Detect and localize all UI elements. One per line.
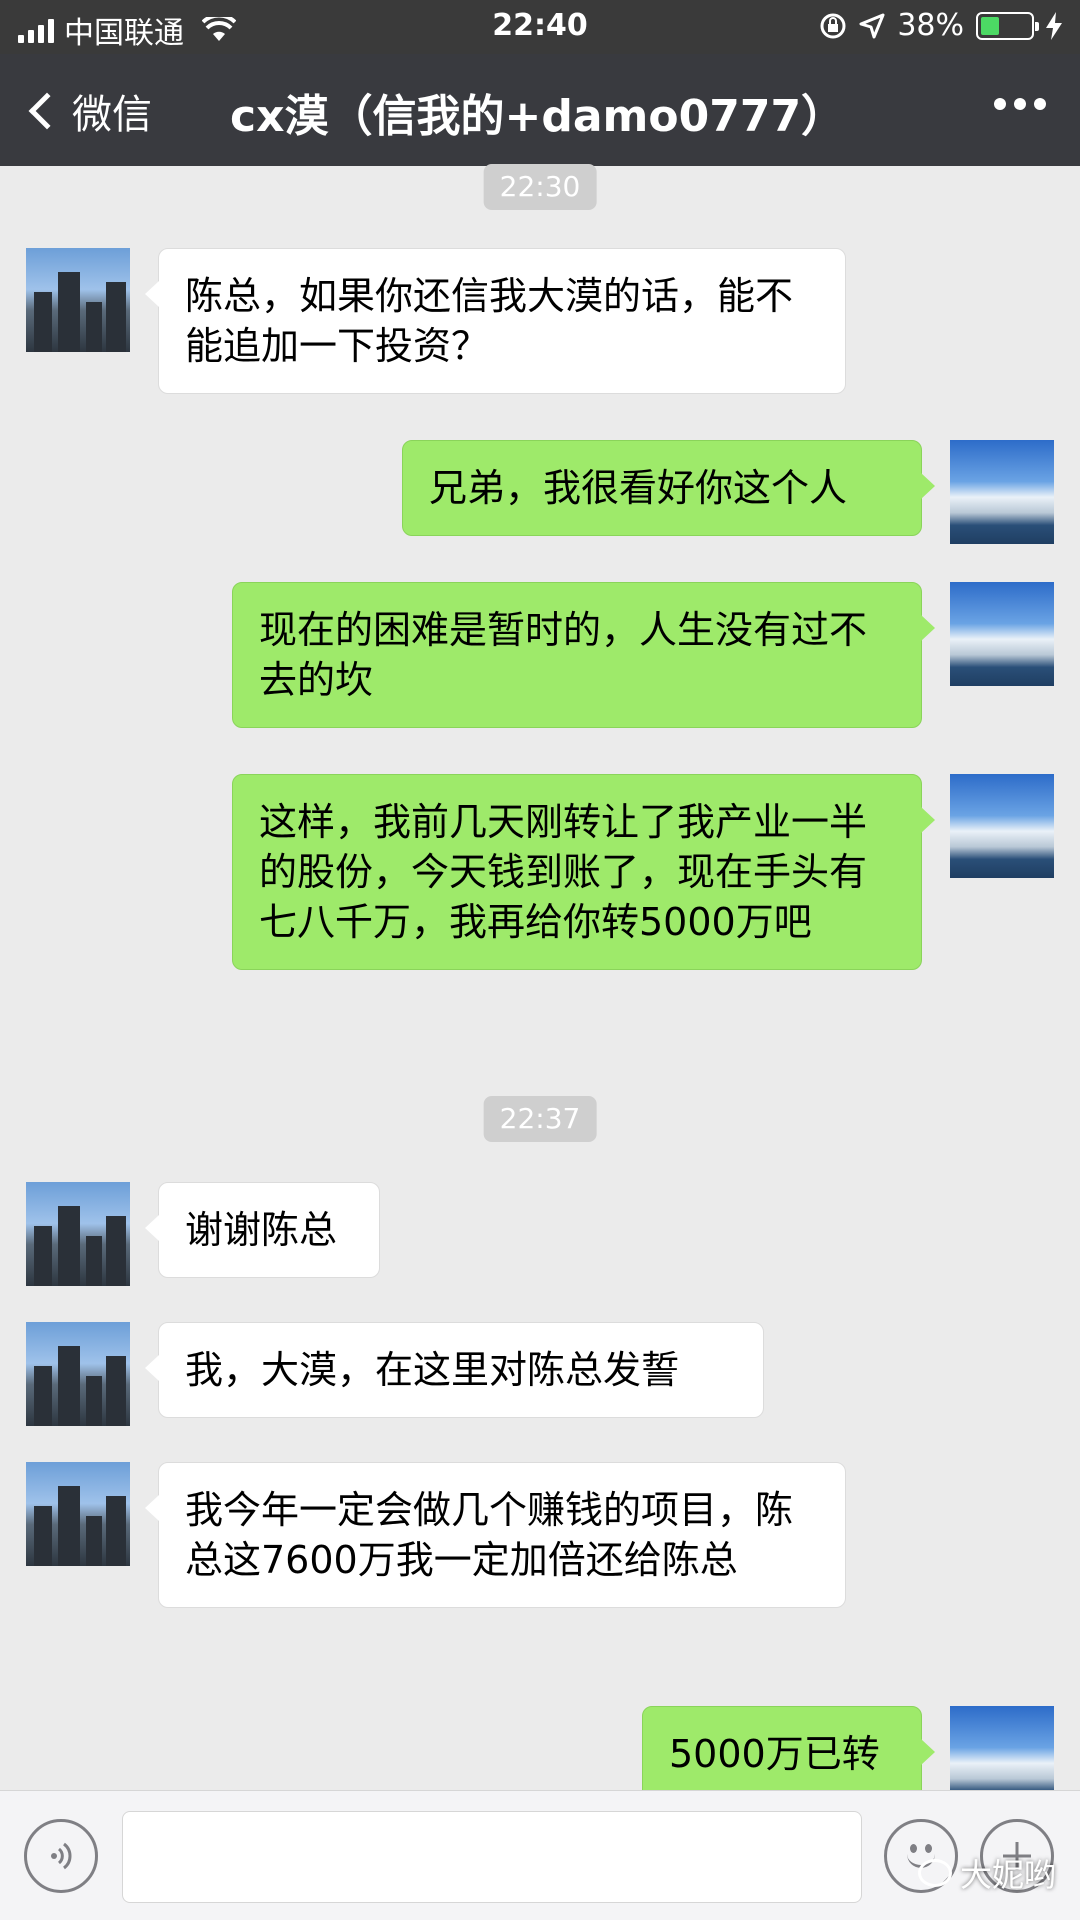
message-bubble-sent[interactable]: 兄弟，我很看好你这个人	[402, 440, 935, 536]
nav-bar: 微信 cx漠（信我的+damo0777）	[0, 54, 1080, 166]
back-button[interactable]: 微信	[24, 82, 152, 140]
timestamp: 22:30	[483, 164, 597, 210]
chat-title: cx漠（信我的+damo0777）	[230, 91, 846, 142]
battery-percent: 38%	[897, 8, 964, 43]
message-bubble-sent[interactable]: 5000万已转	[642, 1706, 935, 1802]
charging-icon	[1046, 11, 1062, 40]
contact-avatar[interactable]	[26, 1462, 130, 1566]
contact-avatar[interactable]	[26, 1182, 130, 1286]
message-bubble-received[interactable]: 我，大漠，在这里对陈总发誓	[145, 1322, 764, 1418]
battery-icon	[976, 11, 1039, 40]
voice-button[interactable]	[24, 1819, 98, 1893]
more-dot	[1034, 98, 1046, 110]
more-dot	[1014, 98, 1026, 110]
watermark: 大妮哟	[917, 1850, 1056, 1896]
message-bubble-received[interactable]: 陈总，如果你还信我大漠的话，能不能追加一下投资？	[145, 248, 846, 394]
rotation-lock-icon	[820, 13, 846, 38]
message-bubble-sent[interactable]: 现在的困难是暂时的，人生没有过不去的坎	[232, 582, 935, 728]
my-avatar[interactable]	[950, 582, 1054, 686]
more-dot	[994, 98, 1006, 110]
more-button[interactable]	[994, 98, 1046, 110]
voice-icon	[51, 1842, 72, 1870]
contact-avatar[interactable]	[26, 1322, 130, 1426]
status-bar: 中国联通 22:40 38%	[0, 0, 1080, 54]
my-avatar[interactable]	[950, 440, 1054, 544]
wechat-icon	[917, 1859, 952, 1887]
timestamp: 22:37	[483, 1096, 597, 1142]
message-bubble-received[interactable]: 谢谢陈总	[145, 1182, 380, 1278]
my-avatar[interactable]	[950, 774, 1054, 878]
chevron-left-icon	[28, 92, 66, 130]
message-input[interactable]	[122, 1811, 862, 1903]
contact-avatar[interactable]	[26, 248, 130, 352]
back-label: 微信	[72, 92, 152, 138]
message-bubble-received[interactable]: 我今年一定会做几个赚钱的项目，陈总这7600万我一定加倍还给陈总	[145, 1462, 846, 1608]
message-bubble-sent[interactable]: 这样，我前几天刚转让了我产业一半的股份，今天钱到账了，现在手头有七八千万，我再给…	[232, 774, 935, 970]
watermark-label: 大妮哟	[959, 1856, 1056, 1894]
location-icon	[859, 13, 885, 38]
status-right: 38%	[819, 8, 1062, 43]
